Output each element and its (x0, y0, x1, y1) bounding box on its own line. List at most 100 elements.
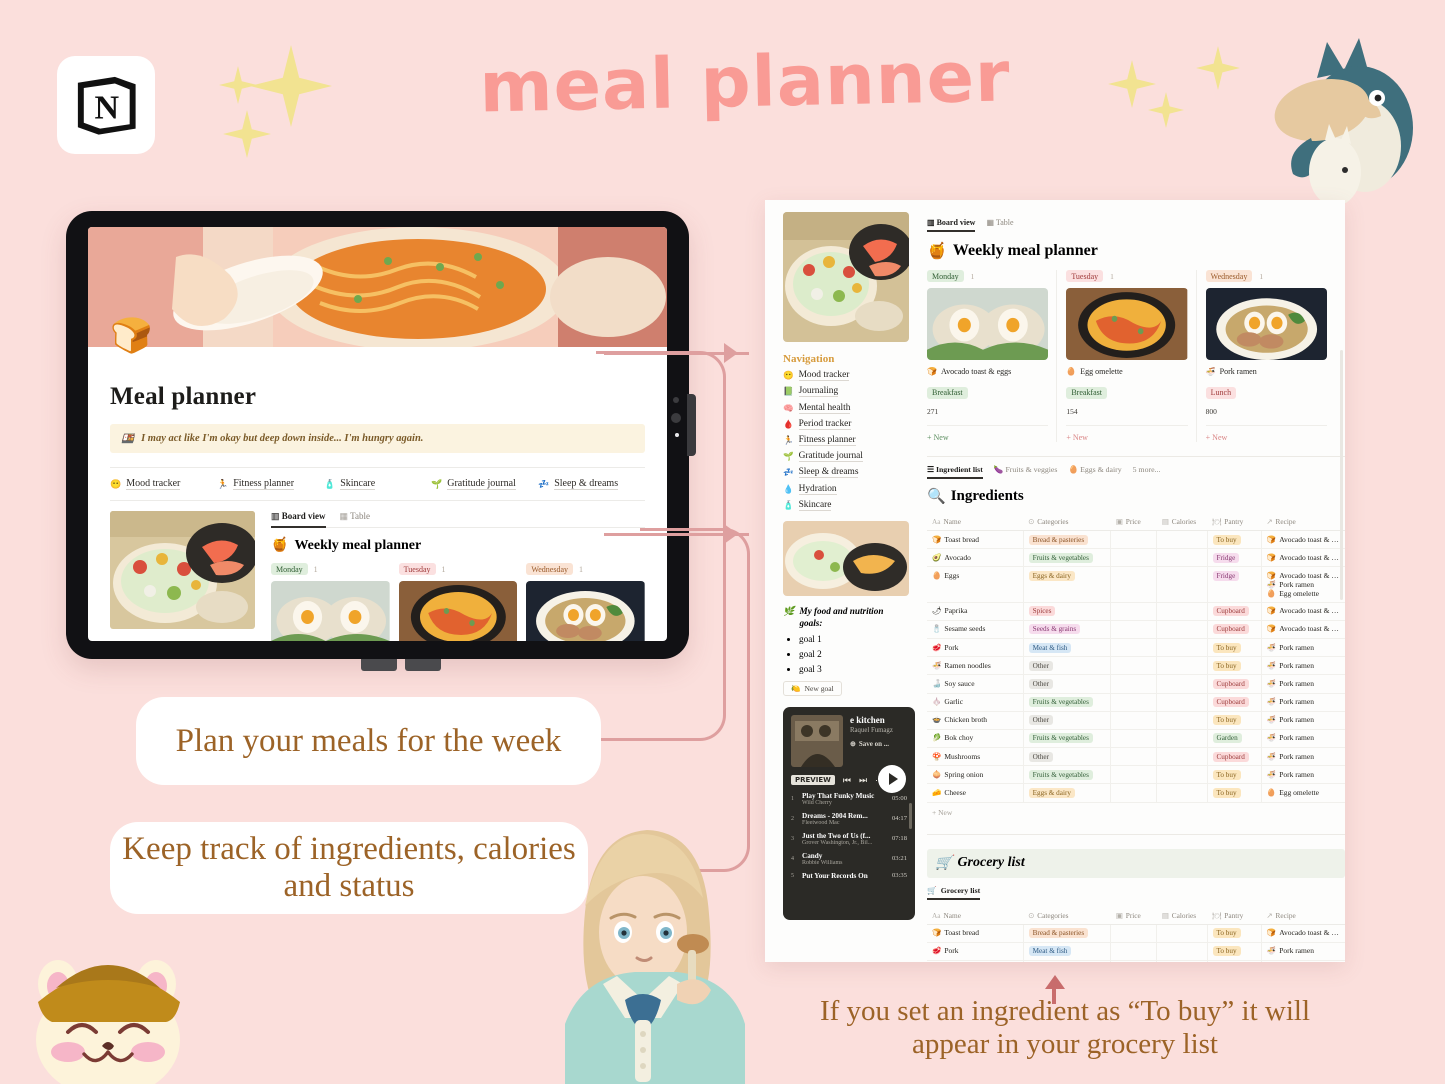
table-row[interactable]: 🍞 Toast bread Bread & pasteries To buy 🍞 Avoc… (927, 924, 1345, 943)
column-header-name[interactable]: Aa Name (927, 906, 1024, 925)
player-scrollbar[interactable] (909, 802, 912, 829)
table-row[interactable]: 🍜Ramen noodlesOther To buy🍜Pork ramen (927, 656, 1345, 676)
column-header-calories[interactable]: ▤ Calories (1156, 906, 1208, 925)
cell-price[interactable] (1110, 765, 1158, 785)
cell-category[interactable]: Eggs & dairy (1023, 783, 1112, 803)
column-header-pantry[interactable]: 🍽 Pantry (1207, 513, 1262, 531)
column-header-calories[interactable]: ▤ Calories (1156, 513, 1208, 531)
cell-price[interactable] (1110, 548, 1158, 568)
cell-price[interactable] (1110, 620, 1158, 639)
cell-recipe[interactable]: 🍜Pork ramen (1261, 942, 1345, 962)
quicklink-fitness-planner[interactable]: 🏃 Fitness planner (217, 478, 324, 490)
cell-name[interactable]: 🧅 Spring onion (927, 765, 1024, 785)
tab-table-view[interactable]: ▦ Table (340, 511, 370, 522)
nav-item-period-tracker[interactable]: 🩸 Period tracker (783, 419, 905, 430)
cell-recipe[interactable]: 🍜Pork ramen (1261, 729, 1345, 749)
cell-pantry[interactable]: To buy (1207, 530, 1262, 550)
column-header-categories[interactable]: ⊙ Categories (1023, 906, 1111, 925)
db-tab-5-more-[interactable]: 5 more... (1133, 465, 1161, 474)
cell-name[interactable]: 🥩 Pork (927, 638, 1024, 658)
cell-calories[interactable] (1156, 729, 1208, 749)
cell-calories[interactable] (1156, 942, 1208, 962)
player-track-list[interactable]: 1 Play That Funky Music Wild Cherry 05:00 2 D… (791, 792, 907, 880)
meal-card-name[interactable]: 🥚 Egg omelette (1066, 367, 1187, 376)
tab-board-view[interactable]: ▥ Board view (271, 511, 326, 528)
cell-name[interactable]: 🥩 Pork (927, 942, 1024, 962)
cell-calories[interactable] (1156, 711, 1208, 730)
table-row[interactable]: 🍄 Mushrooms Other Cupboard 🍜 Pork ramen (927, 747, 1345, 767)
nav-item-gratitude-journal[interactable]: 🌱 Gratitude journal (783, 451, 905, 463)
player-track-row[interactable]: 3 Just the Two of Us (f... Grover Washingt… (791, 832, 907, 846)
table-row[interactable]: 🧄 Garlic Fruits & vegetables Cupboard 🍜 Pork … (927, 693, 1345, 712)
table-row[interactable]: 🧅 Spring onion Fruits & vegetables To buy 🍜 P… (927, 765, 1345, 785)
cell-recipe[interactable]: 🍜Pork ramen (1261, 765, 1345, 785)
cell-pantry[interactable]: Cupboard (1207, 747, 1262, 767)
cell-category[interactable]: Meat & fish (1023, 942, 1112, 962)
cell-calories[interactable] (1156, 566, 1208, 603)
cell-calories[interactable] (1156, 747, 1208, 767)
cell-category[interactable]: Other (1023, 711, 1112, 730)
cell-name[interactable]: 🍞 Toast bread (927, 924, 1024, 943)
cell-recipe[interactable]: 🍜Pork ramen (1261, 711, 1345, 730)
panel-tab-board-view[interactable]: ▥ Board view (927, 218, 976, 232)
play-button[interactable] (878, 764, 906, 793)
nav-item-fitness-planner[interactable]: 🏃 Fitness planner (783, 435, 905, 446)
cell-pantry[interactable]: To buy (1207, 942, 1262, 962)
meal-card-image[interactable] (1205, 288, 1327, 360)
cell-pantry[interactable]: To buy (1207, 765, 1262, 785)
cell-name[interactable]: 🌶 Paprika (927, 602, 1024, 621)
cell-recipe[interactable]: 🍜Pork ramen (1261, 747, 1345, 767)
nav-item-sleep-dreams[interactable]: 💤 Sleep & dreams (783, 467, 905, 479)
cell-price[interactable] (1110, 602, 1158, 621)
column-header-price[interactable]: ▣ Price (1110, 906, 1157, 925)
cell-pantry[interactable]: Fridge (1207, 566, 1262, 603)
cell-pantry[interactable]: To buy (1207, 711, 1262, 730)
table-row[interactable]: 🍜Ramen noodlesOther To buy🍜Pork ramen (927, 960, 1345, 962)
meal-card-image[interactable] (398, 581, 518, 641)
cell-recipe[interactable]: 🍞 Avocado toast & eg... (1261, 602, 1345, 621)
player-save-button[interactable]: ⊕ Save on ... (850, 740, 893, 748)
cell-recipe[interactable]: 🍞 Avocado toast & eg... (1261, 548, 1345, 568)
cell-category[interactable]: Fruits & vegetables (1023, 548, 1112, 568)
table-row[interactable]: 🥩 Pork Meat & fish To buy 🍜 Pork ramen (927, 638, 1345, 658)
cell-name[interactable]: 🥚 Eggs (927, 566, 1024, 603)
player-track-row[interactable]: 2 Dreams - 2004 Rem... Fleetwood Mac 04:17 (791, 812, 907, 826)
cell-recipe[interactable]: 🍞 Avocado toast & eg... 🍜 Pork ramen 🥚 Egg om… (1261, 566, 1345, 603)
cell-category[interactable]: Fruits & vegetables (1023, 693, 1112, 712)
cell-name[interactable]: 🍜Ramen noodles (927, 656, 1024, 676)
cell-category[interactable]: Other (1023, 747, 1112, 767)
table-row[interactable]: 🥬 Bok choy Fruits & vegetables Garden 🍜 Pork … (927, 729, 1345, 749)
grocery-view-tab[interactable]: 🛒 Grocery list (927, 886, 1345, 900)
table-row[interactable]: 🌶 Paprika Spices Cupboard 🍞 Avocado toast & e… (927, 602, 1345, 621)
cell-name[interactable]: 🧀 Cheese (927, 783, 1024, 803)
table-row[interactable]: 🥩 Pork Meat & fish To buy 🍜 Pork ramen (927, 942, 1345, 962)
cell-name[interactable]: 🍶 Soy sauce (927, 674, 1024, 694)
quicklink-gratitude-journal[interactable]: 🌱 Gratitude journal (431, 478, 538, 490)
meal-card-name[interactable]: 🍞 Avocado toast & eggs (927, 367, 1048, 376)
cell-pantry[interactable]: Cupboard (1207, 674, 1262, 694)
cell-recipe[interactable]: 🍜Pork ramen (1261, 656, 1345, 676)
goal-item[interactable]: goal 1 (799, 634, 905, 644)
cell-name[interactable]: 🍜Ramen noodles (927, 960, 1024, 962)
cell-calories[interactable] (1156, 620, 1208, 639)
cell-name[interactable]: 🍲 Chicken broth (927, 711, 1024, 730)
cell-price[interactable] (1110, 566, 1158, 603)
new-card-button[interactable]: + New (1205, 425, 1327, 442)
new-card-button[interactable]: + New (1066, 425, 1188, 442)
cell-pantry[interactable]: Cupboard (1207, 620, 1262, 639)
cell-category[interactable]: Spices (1023, 602, 1112, 621)
cell-recipe[interactable]: 🍜Pork ramen (1261, 674, 1345, 694)
cell-category[interactable]: Fruits & vegetables (1023, 765, 1112, 785)
db-tab-ingredient-list[interactable]: ☰ Ingredient list (927, 465, 983, 479)
ingredients-new-row[interactable]: + New (927, 803, 1345, 822)
cell-name[interactable]: 🧂 Sesame seeds (927, 620, 1024, 639)
db-tab-eggs-dairy[interactable]: 🥚 Eggs & dairy (1068, 465, 1121, 474)
nav-item-journaling[interactable]: 📗 Journaling (783, 386, 905, 398)
meal-card-image[interactable] (1066, 288, 1188, 360)
meal-card-image[interactable] (927, 288, 1049, 360)
cell-category[interactable]: Other (1023, 656, 1112, 676)
cell-calories[interactable] (1156, 674, 1208, 694)
cell-name[interactable]: 🥬 Bok choy (927, 729, 1024, 749)
cell-calories[interactable] (1156, 530, 1208, 550)
cell-category[interactable]: Fruits & vegetables (1023, 729, 1112, 749)
